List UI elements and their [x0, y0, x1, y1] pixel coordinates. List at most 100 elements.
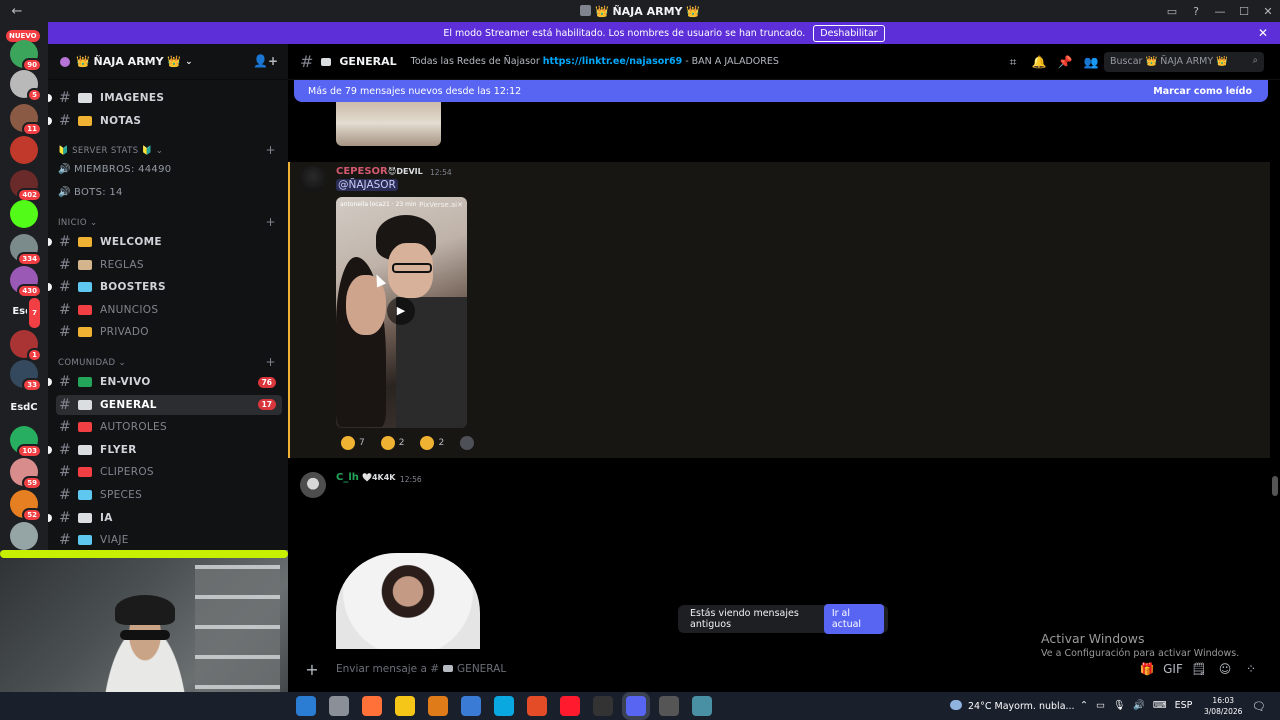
- channel-en-vivo[interactable]: # EN-VIVO 76: [48, 372, 282, 392]
- server-icon[interactable]: 52: [10, 490, 42, 522]
- channel-reglas[interactable]: # REGLAS: [56, 255, 282, 275]
- battery-icon[interactable]: ▭: [1096, 700, 1105, 711]
- category-server-stats[interactable]: 🔰 SERVER STATS 🔰 ⌄ +: [58, 143, 282, 157]
- pinned-icon[interactable]: 📌: [1052, 55, 1078, 69]
- tray-chevron-icon[interactable]: ⌃: [1080, 700, 1088, 711]
- channel-imagenes[interactable]: # IMAGENES: [48, 88, 282, 108]
- disable-streamer-button[interactable]: Deshabilitar: [813, 24, 885, 42]
- create-channel-icon[interactable]: +: [266, 355, 276, 369]
- taskbar-app-icon[interactable]: [428, 696, 448, 716]
- server-icon[interactable]: 103: [10, 426, 42, 458]
- channel-cliperos[interactable]: # CLIPEROS: [56, 462, 282, 482]
- jump-to-present-button[interactable]: Ir al actual: [823, 604, 884, 634]
- server-icon[interactable]: 430: [10, 266, 42, 298]
- image-attachment[interactable]: [336, 100, 441, 146]
- avatar[interactable]: [300, 472, 326, 498]
- taskbar-app-icon[interactable]: [560, 696, 580, 716]
- taskbar-app-icon[interactable]: [626, 696, 646, 716]
- add-reaction-button[interactable]: [455, 434, 483, 452]
- taskbar-app-icon[interactable]: [494, 696, 514, 716]
- invite-people-icon[interactable]: 👤+: [253, 54, 278, 68]
- server-icon[interactable]: 33: [10, 360, 42, 392]
- category-inicio[interactable]: INICIO ⌄ +: [58, 215, 282, 229]
- channel-anuncios[interactable]: # ANUNCIOS: [56, 300, 282, 320]
- server-icon[interactable]: 1: [10, 330, 42, 362]
- microphone-icon[interactable]: 🎙: [1113, 700, 1125, 711]
- attach-plus-icon[interactable]: +: [300, 660, 324, 679]
- taskbar-app-icon[interactable]: [659, 696, 679, 716]
- taskbar-app-icon[interactable]: [593, 696, 613, 716]
- video-attachment[interactable]: antonella loca21 · 23 min PixVerse.ai✕ ▶: [336, 197, 467, 428]
- create-channel-icon[interactable]: +: [266, 215, 276, 229]
- message-composer[interactable]: + Enviar mensaje a # GENERAL 🎁 GIF 🗒 ☺ ⁘: [300, 655, 1270, 683]
- notification-bell-icon[interactable]: 🔔: [1026, 55, 1052, 69]
- taskbar-app-icon[interactable]: [329, 696, 349, 716]
- message-input[interactable]: Enviar mensaje a # GENERAL: [336, 663, 506, 675]
- server-icon[interactable]: [10, 200, 38, 228]
- category-comunidad[interactable]: COMUNIDAD ⌄ +: [58, 355, 282, 369]
- channel-viaje[interactable]: # VIAJE: [56, 530, 282, 550]
- stat-voice-channel[interactable]: 🔊 BOTS: 14: [58, 187, 123, 198]
- server-icon[interactable]: 5: [10, 70, 42, 102]
- server-icon[interactable]: 402: [10, 170, 42, 202]
- taskbar-app-icon[interactable]: [461, 696, 481, 716]
- server-header[interactable]: 👑 ÑAJA ARMY 👑 ⌄ 👤+: [48, 44, 288, 80]
- close-banner-icon[interactable]: ✕: [1258, 26, 1268, 40]
- create-channel-icon[interactable]: +: [266, 143, 276, 157]
- channel-flyer[interactable]: # FLYER: [48, 440, 282, 460]
- channel-boosters[interactable]: # BOOSTERS: [48, 277, 282, 297]
- channel-general[interactable]: # GENERAL 17: [56, 394, 282, 415]
- reaction-rofl[interactable]: 7: [336, 434, 370, 452]
- gift-icon[interactable]: 🎁: [1134, 662, 1160, 676]
- help-icon[interactable]: ?: [1184, 5, 1208, 18]
- message-author[interactable]: CEPESOR: [336, 166, 388, 177]
- reaction-cat-joy[interactable]: 2: [415, 434, 449, 452]
- search-input[interactable]: Buscar 👑 ÑAJA ARMY 👑 ⌕: [1104, 52, 1264, 72]
- sticker-icon[interactable]: 🗒: [1186, 662, 1212, 676]
- clock[interactable]: 16:03 3/08/2026: [1204, 695, 1242, 717]
- user-mention[interactable]: @ÑAJASOR: [336, 179, 398, 191]
- taskbar-app-icon[interactable]: [395, 696, 415, 716]
- minimize-button[interactable]: —: [1208, 5, 1232, 18]
- language-indicator[interactable]: ESP: [1175, 700, 1193, 711]
- taskbar-app-icon[interactable]: [362, 696, 382, 716]
- channel-notas[interactable]: # NOTAS: [48, 111, 282, 131]
- apps-icon[interactable]: ⁘: [1238, 662, 1264, 676]
- channel-ia[interactable]: # IA: [48, 508, 282, 528]
- channel-privado[interactable]: # PRIVADO: [56, 322, 282, 342]
- taskbar-app-icon[interactable]: [527, 696, 547, 716]
- volume-icon[interactable]: 🔊: [1133, 700, 1145, 711]
- maximize-button[interactable]: ☐: [1232, 5, 1256, 18]
- scrollbar-thumb[interactable]: [1272, 476, 1278, 496]
- channel-speces[interactable]: # SPECES: [56, 485, 282, 505]
- stat-voice-channel[interactable]: 🔊 MIEMBROS: 44490: [58, 164, 171, 175]
- topic-link[interactable]: https://linktr.ee/najasor69: [543, 56, 682, 67]
- gif-icon[interactable]: GIF: [1160, 662, 1186, 676]
- taskbar-app-icon[interactable]: [296, 696, 316, 716]
- mark-as-read-button[interactable]: Marcar como leído: [1153, 86, 1252, 97]
- play-icon[interactable]: ▶: [387, 297, 415, 325]
- threads-icon[interactable]: ⌗: [1000, 55, 1026, 70]
- avatar[interactable]: [300, 166, 326, 192]
- server-icon[interactable]: Esdi 7: [10, 296, 42, 330]
- keyboard-icon[interactable]: ⌨: [1153, 700, 1167, 711]
- emoji-icon[interactable]: ☺: [1212, 662, 1238, 676]
- new-messages-bar[interactable]: Más de 79 mensajes nuevos desde las 12:1…: [294, 80, 1268, 102]
- server-icon[interactable]: 59: [10, 458, 42, 490]
- close-button[interactable]: ✕: [1256, 5, 1280, 18]
- server-icon[interactable]: EsdC: [10, 394, 38, 422]
- server-icon[interactable]: [10, 522, 38, 550]
- server-icon[interactable]: 11: [10, 104, 42, 136]
- reaction-joy[interactable]: 2: [376, 434, 410, 452]
- channel-welcome[interactable]: # WELCOME: [48, 232, 282, 252]
- server-icon[interactable]: [10, 136, 38, 164]
- inbox-icon[interactable]: ▭: [1160, 5, 1184, 18]
- members-icon[interactable]: 👥: [1078, 55, 1104, 69]
- server-icon[interactable]: 334: [10, 234, 42, 266]
- weather-widget[interactable]: 24°C Mayorm. nubla...: [950, 700, 1075, 712]
- taskbar-app-icon[interactable]: [692, 696, 712, 716]
- channel-autoroles[interactable]: # AUTOROLES: [56, 417, 282, 437]
- server-icon[interactable]: 90: [10, 40, 42, 72]
- image-attachment[interactable]: [336, 553, 480, 649]
- notifications-icon[interactable]: 🗨: [1252, 700, 1266, 713]
